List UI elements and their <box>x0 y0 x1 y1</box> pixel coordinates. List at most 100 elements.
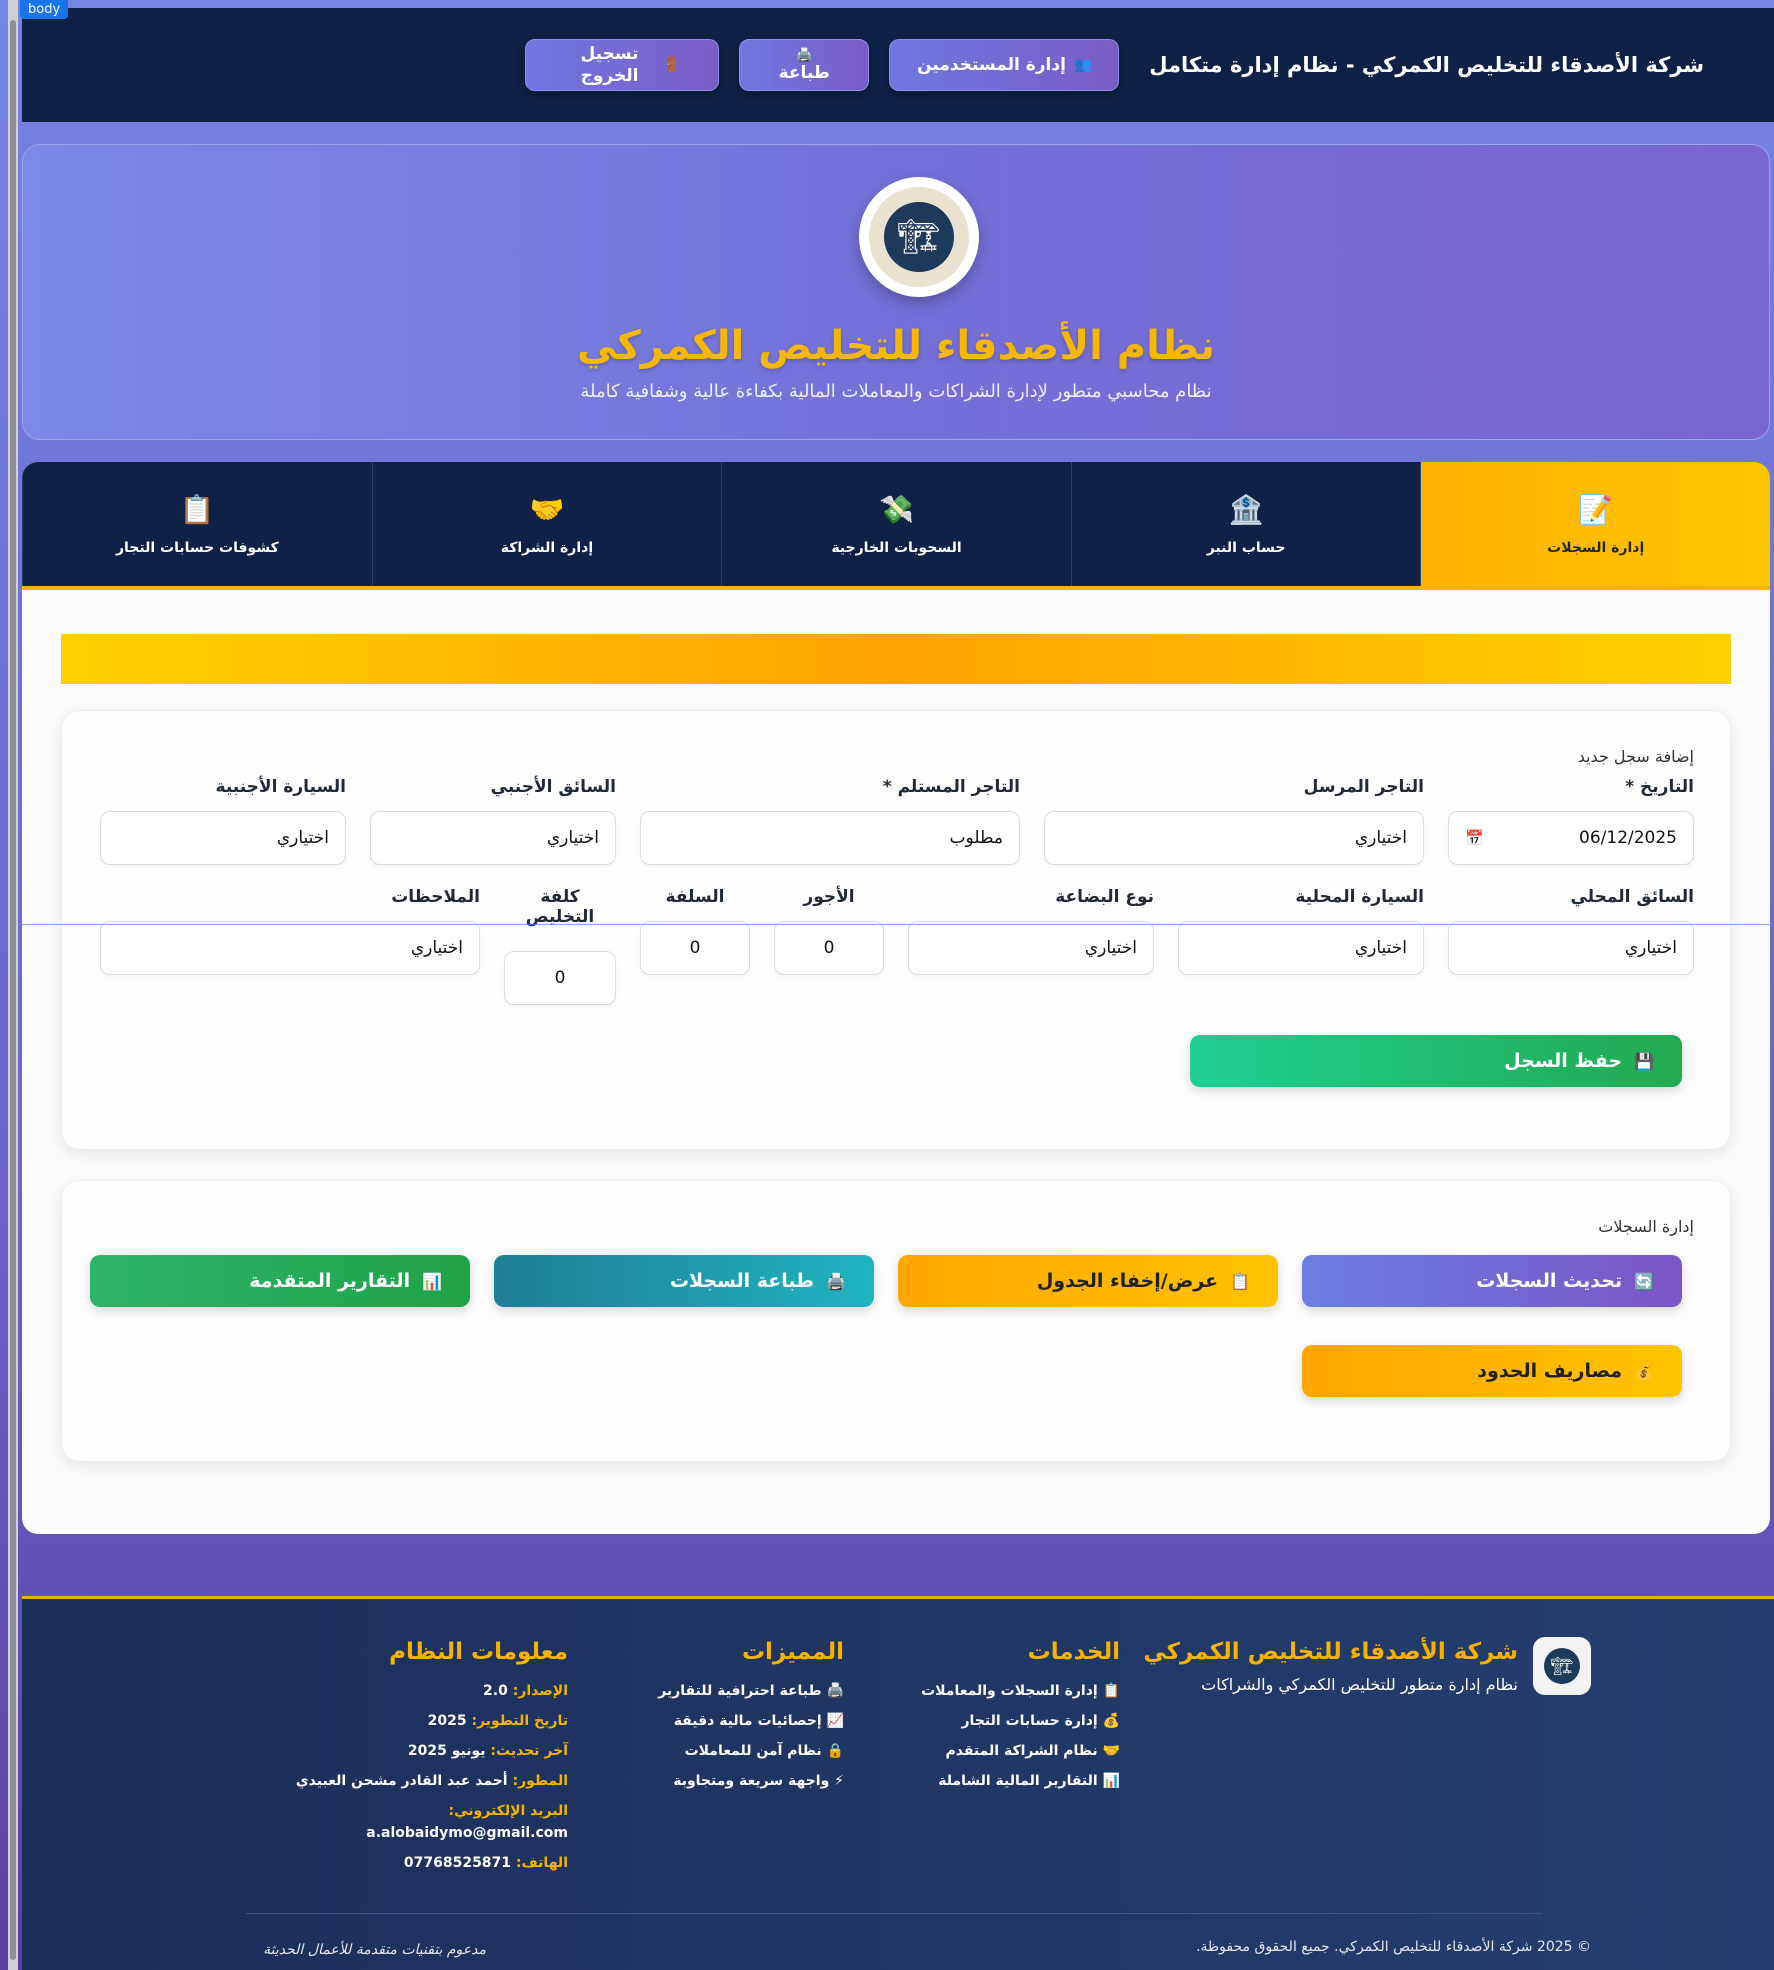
system-info-title: معلومات النظام <box>389 1639 568 1665</box>
hero-banner: 🏗 نظام الأصدقاء للتخليص الكمركي نظام محا… <box>22 144 1770 440</box>
feature-item: 📈 إحصائيات مالية دقيقة <box>673 1713 844 1729</box>
users-icon: 👥 <box>1073 57 1092 73</box>
calendar-icon[interactable]: 📅 <box>1465 829 1484 847</box>
border-expenses-button[interactable]: 💰 مصاريف الحدود <box>1302 1345 1682 1397</box>
refresh-records-button[interactable]: 🔄 تحديث السجلات <box>1302 1255 1682 1307</box>
feature-item: 🔒 نظام آمن للمعاملات <box>684 1743 844 1759</box>
navbar-brand: شركة الأصدقاء للتخليص الكمركي - نظام إدا… <box>1149 53 1704 77</box>
section-header-strip <box>61 634 1731 684</box>
footer-features: المميزات 🖨️ طباعة احترافية للتقارير 📈 إح… <box>658 1639 844 1803</box>
notes-label: الملاحظات <box>391 887 480 907</box>
notes-textarea[interactable]: اختياري <box>100 921 480 975</box>
goods-type-label: نوع البضاعة <box>1055 887 1154 907</box>
email-value[interactable]: a.alobaidymo@gmail.com <box>366 1825 568 1841</box>
toggle-table-label: عرض/إخفاء الجدول <box>1036 1270 1219 1292</box>
clipboard-icon: 📋 <box>179 492 215 526</box>
tab-label: إدارة الشراكة <box>500 539 594 556</box>
logout-label: تسجيل الخروج <box>580 43 639 86</box>
scrollbar-thumb[interactable] <box>10 20 16 1960</box>
tab-nabr-account[interactable]: 🏦 حساب النبر <box>1070 462 1421 586</box>
footer-link[interactable]: 📋 إدارة السجلات والمعاملات <box>921 1683 1120 1699</box>
date-value: 06/12/2025 <box>1579 828 1677 848</box>
printer-icon: 🖨️ <box>826 1271 846 1291</box>
logout-button[interactable]: 🚪 تسجيل الخروج <box>525 39 720 91</box>
goods-type-field[interactable]: اختياري <box>908 921 1154 975</box>
top-navbar: شركة الأصدقاء للتخليص الكمركي - نظام إدا… <box>22 8 1774 122</box>
form-title: إضافة سجل جديد <box>1577 747 1694 766</box>
receiver-label: التاجر المستلم * <box>882 777 1020 797</box>
tab-external-withdrawals[interactable]: 💸 السحوبات الخارجية <box>721 462 1071 586</box>
features-title: المميزات <box>741 1639 844 1665</box>
footer-system-info: معلومات النظام الإصدار: 2.0 تاريخ التطوي… <box>296 1639 568 1885</box>
tab-label: كشوفات حسابات التجار <box>115 539 279 556</box>
foreign-driver-label: السائق الأجنبي <box>490 777 616 797</box>
site-footer: 🏗 شركة الأصدقاء للتخليص الكمركي نظام إدا… <box>22 1596 1774 1970</box>
receiver-field[interactable]: مطلوب <box>640 811 1020 865</box>
updated-value: يونيو 2025 <box>407 1743 486 1759</box>
footer-company-name: شركة الأصدقاء للتخليص الكمركي <box>1143 1639 1518 1665</box>
footer-company-subtitle: نظام إدارة متطور للتخليص الكمركي والشراك… <box>1201 1675 1518 1694</box>
tab-label: السحوبات الخارجية <box>831 539 962 556</box>
fees-field[interactable]: 0 <box>774 921 884 975</box>
foreign-car-field[interactable]: اختياري <box>100 811 346 865</box>
tab-records[interactable]: 📝 إدارة السجلات <box>1420 462 1770 586</box>
developer-value: أحمد عبد القادر مشحن العبيدي <box>295 1773 508 1789</box>
company-logo: 🏗 <box>859 177 979 297</box>
page-scrollbar[interactable] <box>8 0 18 1970</box>
devtools-body-tag: body <box>20 0 69 19</box>
hero-title: نظام الأصدقاء للتخليص الكمركي <box>576 323 1216 369</box>
bar-chart-icon: 📊 <box>422 1271 442 1291</box>
footer-divider <box>246 1913 1542 1914</box>
phone-value: 07768525871 <box>403 1855 512 1871</box>
footer-link[interactable]: 📊 التقارير المالية الشاملة <box>921 1773 1120 1789</box>
add-record-card: إضافة سجل جديد التاريخ * 06/12/2025 📅 ال… <box>61 710 1731 1150</box>
print-button[interactable]: 🖨️ طباعة <box>739 39 870 91</box>
clipboard-icon: 📋 <box>1230 1271 1250 1291</box>
records-management-card: إدارة السجلات 🔄 تحديث السجلات 📋 عرض/إخفا… <box>61 1180 1731 1462</box>
print-label: طباعة <box>778 62 830 83</box>
local-car-field[interactable]: اختياري <box>1178 921 1424 975</box>
print-records-button[interactable]: 🖨️ طباعة السجلات <box>494 1255 874 1307</box>
port-crane-icon: 🏗 <box>1544 1648 1580 1684</box>
clearance-cost-label: كلفة التخليص <box>525 887 595 927</box>
footer-logo: 🏗 <box>1533 1637 1591 1695</box>
print-icon: 🖨️ <box>796 47 813 63</box>
clearance-cost-field[interactable]: 0 <box>504 951 616 1005</box>
footer-services: الخدمات 📋 إدارة السجلات والمعاملات 💰 إدا… <box>921 1639 1120 1803</box>
users-management-label: إدارة المستخدمين <box>917 55 1066 75</box>
footer-link[interactable]: 🤝 نظام الشراكة المتقدم <box>921 1743 1121 1759</box>
port-crane-icon: 🏗 <box>884 202 954 272</box>
phone-key: الهاتف: <box>515 1855 568 1871</box>
door-icon: 🚪 <box>662 57 680 73</box>
sender-field[interactable]: اختياري <box>1044 811 1424 865</box>
advanced-reports-button[interactable]: 📊 التقارير المتقدمة <box>90 1255 470 1307</box>
footer-link[interactable]: 💰 إدارة حسابات التجار <box>921 1713 1120 1729</box>
developer-key: المطور: <box>512 1773 568 1789</box>
foreign-car-label: السيارة الأجنبية <box>215 777 346 797</box>
toggle-table-button[interactable]: 📋 عرض/إخفاء الجدول <box>898 1255 1278 1307</box>
users-management-button[interactable]: 👥 إدارة المستخدمين <box>889 39 1120 91</box>
devtools-guide-line <box>18 924 1774 925</box>
records-title: إدارة السجلات <box>1598 1217 1694 1236</box>
money-bag-icon: 💰 <box>1634 1361 1654 1381</box>
powered-by: مدعوم بتقنيات متقدمة للأعمال الحديثة <box>263 1942 486 1958</box>
save-record-button[interactable]: 💾 حفظ السجل <box>1190 1035 1682 1087</box>
feature-item: 🖨️ طباعة احترافية للتقارير <box>658 1683 844 1699</box>
version-value: 2.0 <box>483 1683 508 1699</box>
advance-field[interactable]: 0 <box>640 921 750 975</box>
dev-date-key: تاريخ التطوير: <box>471 1713 568 1729</box>
date-field[interactable]: 06/12/2025 📅 <box>1448 811 1694 865</box>
dev-date-value: 2025 <box>427 1713 467 1729</box>
footer-company: شركة الأصدقاء للتخليص الكمركي نظام إدارة… <box>1143 1639 1518 1694</box>
tab-merchant-statements[interactable]: 📋 كشوفات حسابات التجار <box>22 462 372 586</box>
bank-icon: 🏦 <box>1228 492 1264 526</box>
version-key: الإصدار: <box>512 1683 568 1699</box>
foreign-driver-field[interactable]: اختياري <box>370 811 616 865</box>
local-car-label: السيارة المحلية <box>1295 887 1424 907</box>
local-driver-field[interactable]: اختياري <box>1448 921 1694 975</box>
advanced-reports-label: التقارير المتقدمة <box>249 1270 411 1292</box>
tab-partnership[interactable]: 🤝 إدارة الشراكة <box>371 462 722 586</box>
tab-bar: 📝 إدارة السجلات 🏦 حساب النبر 💸 السحوبات … <box>22 462 1770 590</box>
tab-label: إدارة السجلات <box>1547 539 1645 556</box>
floppy-disk-icon: 💾 <box>1634 1051 1654 1071</box>
